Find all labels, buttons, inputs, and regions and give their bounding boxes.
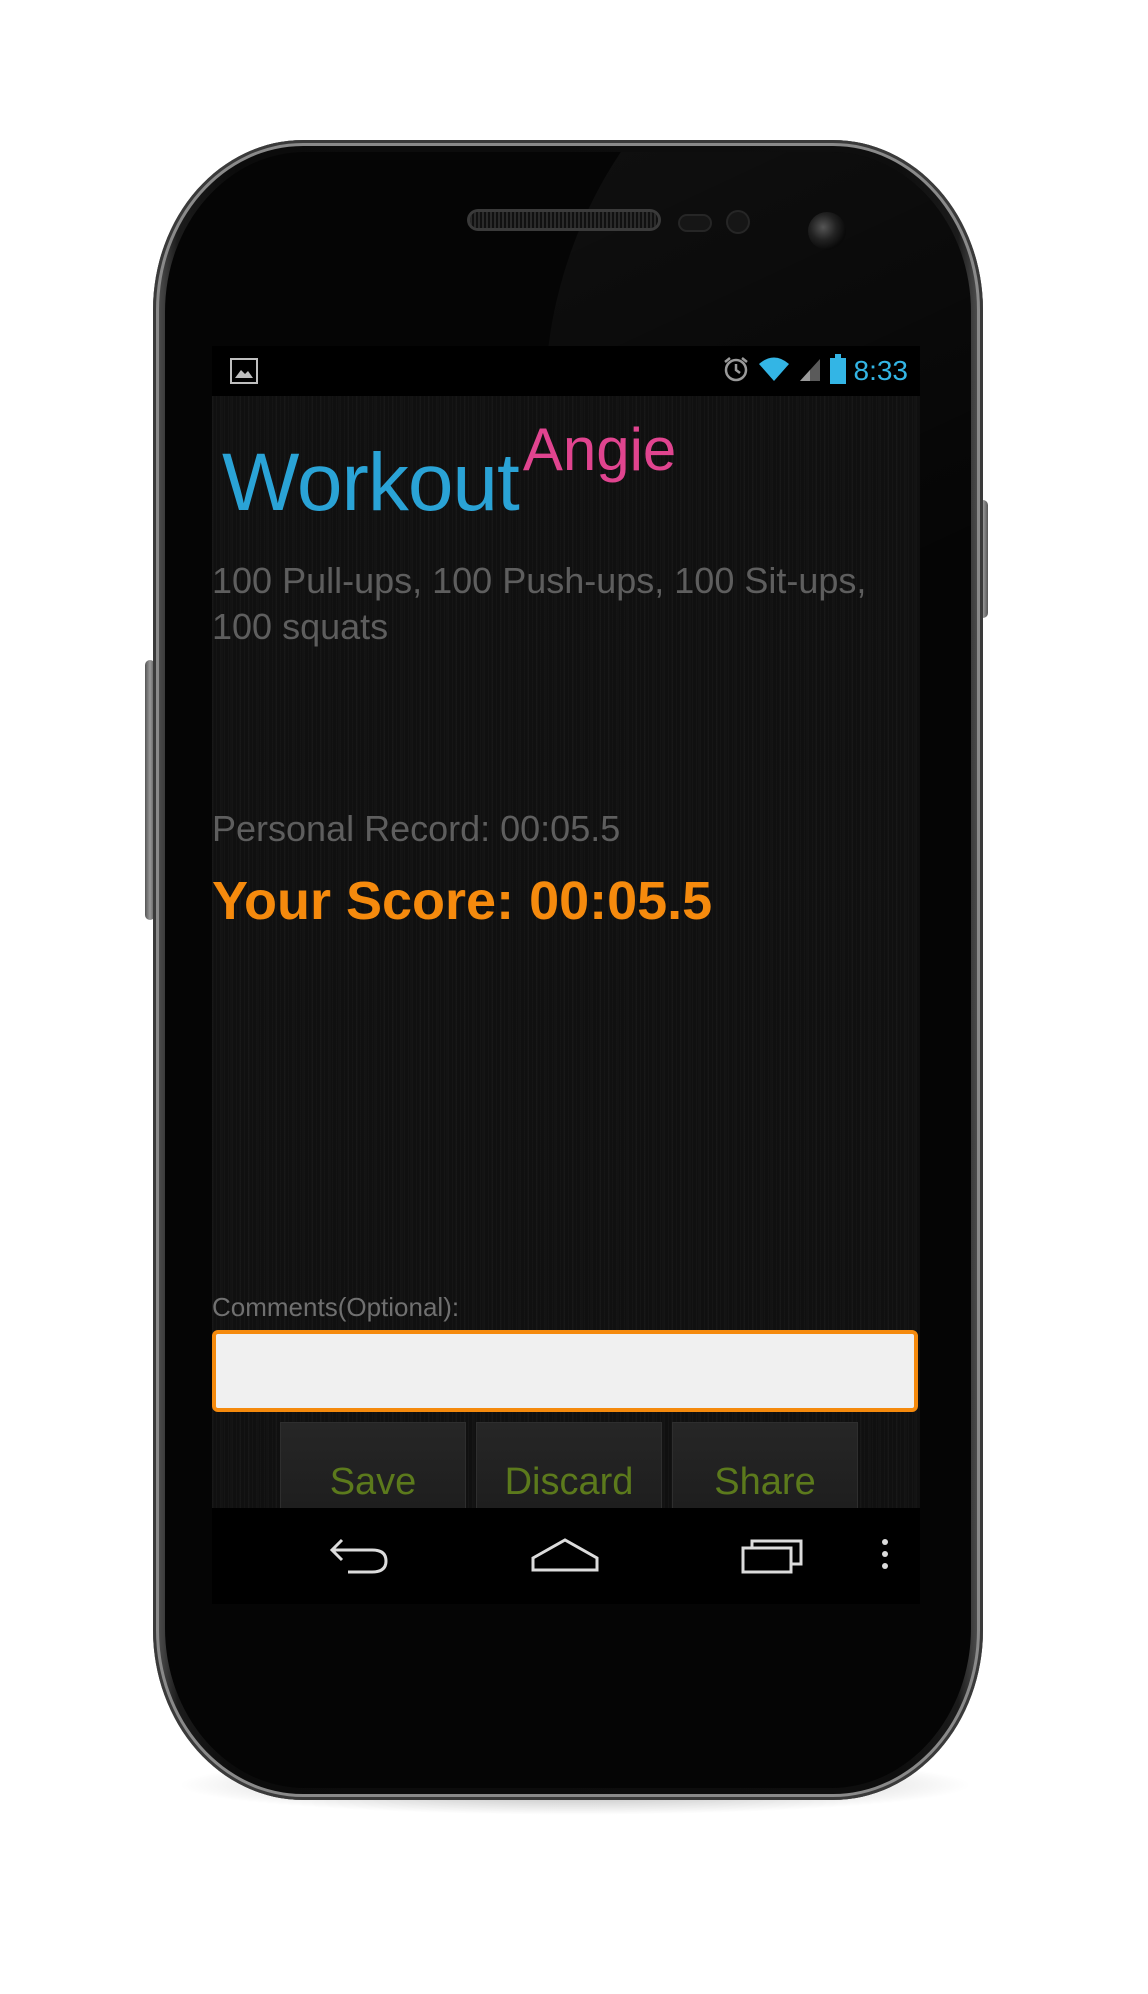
home-icon[interactable] — [530, 1536, 600, 1580]
light-sensor — [728, 212, 748, 232]
earpiece-speaker — [470, 212, 658, 228]
wifi-icon — [758, 355, 790, 387]
navigation-bar — [212, 1508, 920, 1604]
alarm-icon — [722, 355, 750, 387]
front-camera — [808, 212, 846, 250]
battery-icon — [829, 354, 846, 388]
back-icon[interactable] — [328, 1536, 390, 1580]
comments-label: Comments(Optional): — [212, 1292, 460, 1322]
recent-apps-icon[interactable] — [740, 1536, 806, 1580]
proximity-sensor — [680, 216, 710, 230]
personal-record: Personal Record: 00:05.5 — [212, 808, 621, 849]
title-workout-name: Angie — [522, 416, 677, 483]
status-icons: 8:33 — [722, 354, 909, 388]
signal-icon — [798, 355, 822, 387]
overflow-menu-icon[interactable] — [880, 1534, 890, 1578]
screen: 8:33 WorkoutAngie 100 Pull-ups, 100 Push… — [212, 346, 920, 1604]
workout-description: 100 Pull-ups, 100 Push-ups, 100 Sit-ups,… — [212, 560, 867, 647]
status-bar: 8:33 — [212, 346, 920, 396]
image-notification-icon — [230, 358, 258, 384]
workout-result-screen: WorkoutAngie 100 Pull-ups, 100 Push-ups,… — [212, 396, 920, 1542]
title-workout: Workout — [222, 437, 520, 528]
app-title: WorkoutAngie — [222, 416, 676, 530]
your-score: Your Score: 00:05.5 — [212, 871, 713, 931]
status-time: 8:33 — [853, 355, 909, 386]
comments-input[interactable] — [212, 1330, 918, 1412]
